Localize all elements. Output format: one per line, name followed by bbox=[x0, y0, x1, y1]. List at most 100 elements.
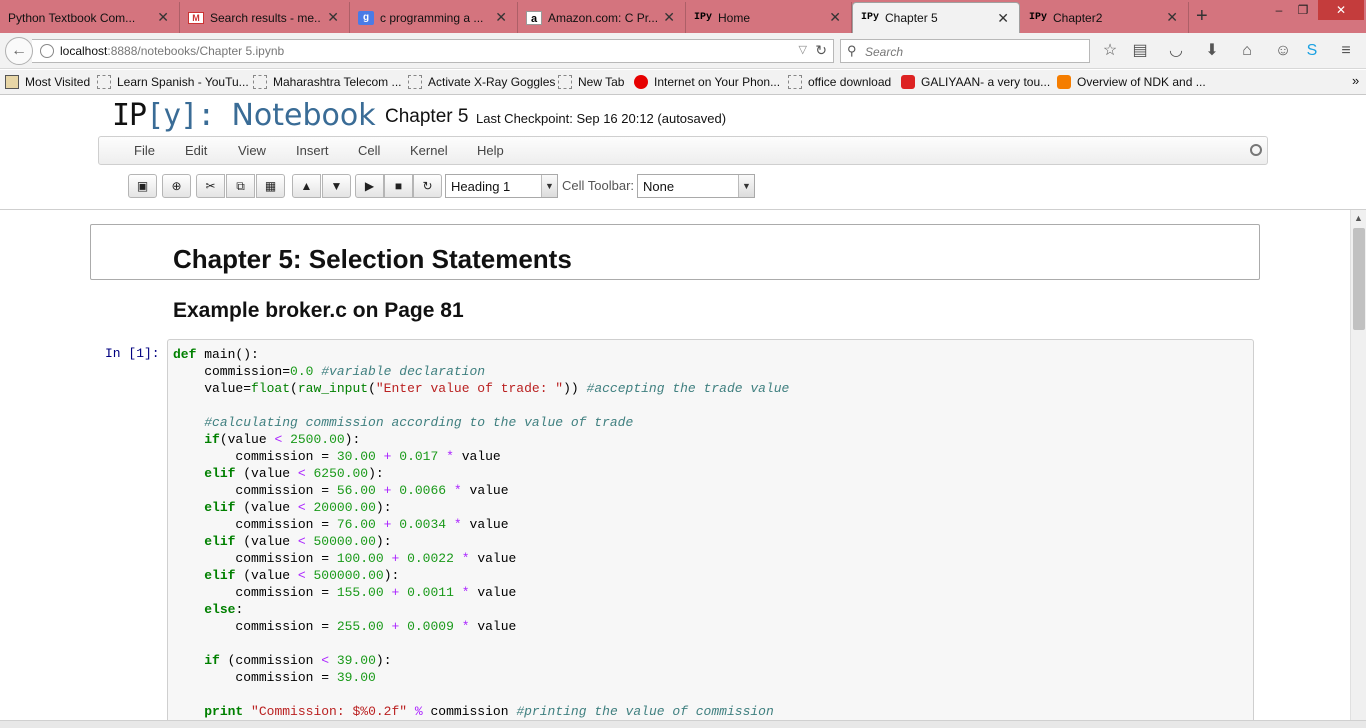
reading-list-icon[interactable]: ▤ bbox=[1130, 41, 1150, 61]
menu-view[interactable]: View bbox=[238, 143, 266, 158]
bookmark-internet-phone[interactable]: Internet on Your Phon... bbox=[634, 75, 780, 89]
paste-button[interactable]: ▦ bbox=[256, 174, 285, 198]
close-icon[interactable]: ✕ bbox=[829, 9, 841, 26]
menu-edit[interactable]: Edit bbox=[185, 143, 207, 158]
heading-2: Example broker.c on Page 81 bbox=[173, 299, 464, 322]
bookmark-galiyaan[interactable]: GALIYAAN- a very tou... bbox=[901, 75, 1050, 89]
interrupt-kernel-button[interactable]: ■ bbox=[384, 174, 413, 198]
bookmark-label: New Tab bbox=[578, 75, 625, 89]
chevron-down-icon: ▼ bbox=[738, 175, 754, 197]
bookmark-new-tab[interactable]: New Tab bbox=[558, 75, 624, 89]
google-icon: g bbox=[358, 10, 374, 25]
page-icon bbox=[408, 75, 422, 89]
bookmark-most-visited[interactable]: Most Visited bbox=[5, 75, 90, 89]
bookmark-office-download[interactable]: office download bbox=[788, 75, 891, 89]
pocket-icon[interactable]: ◡ bbox=[1166, 41, 1186, 61]
bookmark-xray-goggles[interactable]: Activate X-Ray Goggles bbox=[408, 75, 555, 89]
menu-cell[interactable]: Cell bbox=[358, 143, 380, 158]
vodafone-icon bbox=[634, 75, 648, 89]
bookmark-learn-spanish[interactable]: Learn Spanish - YouTu... bbox=[97, 75, 249, 89]
logo-ip: IP bbox=[112, 98, 147, 133]
cell-toolbar-select[interactable]: None ▼ bbox=[637, 174, 755, 198]
page-icon bbox=[97, 75, 111, 89]
back-arrow-icon: ← bbox=[11, 42, 27, 59]
notebook-toolbar: ▣ ⊕ ✂ ⧉ ▦ ▲ ▼ ▶ ■ ↻ Heading 1 ▼ Cell Too… bbox=[0, 172, 1366, 202]
window-close-icon[interactable]: ✕ bbox=[1318, 0, 1364, 20]
download-icon[interactable]: ⬇ bbox=[1202, 41, 1222, 61]
scrollbar-thumb[interactable] bbox=[1353, 228, 1365, 330]
new-tab-plus-icon[interactable]: + bbox=[1196, 5, 1208, 28]
cell-toolbar-value: None bbox=[643, 179, 675, 194]
url-text[interactable]: localhost:8888/notebooks/Chapter 5.ipynb bbox=[60, 44, 284, 58]
close-icon[interactable]: ✕ bbox=[997, 10, 1009, 27]
chevron-down-icon[interactable]: ▽ bbox=[799, 43, 807, 56]
notebook-header: IP[y]: Notebook Chapter 5 Last Checkpoin… bbox=[0, 96, 1366, 210]
run-cell-button[interactable]: ▶ bbox=[355, 174, 384, 198]
cell-type-select[interactable]: Heading 1 ▼ bbox=[445, 174, 558, 198]
floppy-disk-icon: ▣ bbox=[136, 179, 149, 193]
scroll-up-icon[interactable]: ▲ bbox=[1351, 210, 1366, 226]
close-icon[interactable]: ✕ bbox=[663, 9, 675, 26]
restore-icon[interactable]: ❐ bbox=[1292, 0, 1314, 20]
ipy-icon: IPy bbox=[1029, 11, 1048, 23]
url-bar[interactable]: localhost:8888/notebooks/Chapter 5.ipynb… bbox=[32, 39, 834, 63]
cell-type-value: Heading 1 bbox=[451, 179, 511, 194]
move-down-button[interactable]: ▼ bbox=[322, 174, 351, 198]
skype-icon[interactable]: S bbox=[1302, 41, 1322, 61]
bookmark-label: Activate X-Ray Goggles bbox=[428, 75, 556, 89]
close-icon[interactable]: ✕ bbox=[327, 9, 339, 26]
copy-button[interactable]: ⧉ bbox=[226, 174, 255, 198]
code-cell[interactable]: def main(): commission=0.0 #variable dec… bbox=[167, 339, 1254, 720]
menu-help[interactable]: Help bbox=[477, 143, 504, 158]
save-button[interactable]: ▣ bbox=[128, 174, 157, 198]
tab-google-c-programming[interactable]: g c programming a ... ✕ bbox=[350, 2, 518, 33]
bookmark-ndk-overview[interactable]: Overview of NDK and ... bbox=[1057, 75, 1206, 89]
chat-icon[interactable]: ☺ bbox=[1273, 41, 1293, 61]
tab-label: Python Textbook Com... bbox=[8, 10, 136, 25]
folder-icon bbox=[5, 75, 19, 89]
bookmarks-overflow-icon[interactable]: » bbox=[1352, 73, 1359, 88]
notebook-name[interactable]: Chapter 5 bbox=[385, 106, 468, 128]
bookmark-label: Overview of NDK and ... bbox=[1077, 75, 1206, 89]
bookmark-label: Learn Spanish - YouTu... bbox=[117, 75, 249, 89]
stop-icon: ■ bbox=[394, 179, 403, 193]
tab-python-textbook[interactable]: Python Textbook Com... ✕ bbox=[0, 2, 180, 33]
menu-insert[interactable]: Insert bbox=[296, 143, 329, 158]
bookmark-star-icon[interactable]: ☆ bbox=[1100, 41, 1120, 61]
hamburger-menu-icon[interactable]: ≡ bbox=[1336, 41, 1356, 61]
bookmarks-bar: Most Visited Learn Spanish - YouTu... Ma… bbox=[0, 70, 1366, 95]
code-editor[interactable]: def main(): commission=0.0 #variable dec… bbox=[173, 346, 789, 720]
horizontal-scrollbar[interactable] bbox=[0, 720, 1366, 728]
tab-gmail-search[interactable]: M Search results - me... ✕ bbox=[180, 2, 350, 33]
vertical-scrollbar[interactable]: ▲ bbox=[1350, 210, 1366, 720]
tab-amazon[interactable]: a Amazon.com: C Pr... ✕ bbox=[518, 2, 686, 33]
bookmark-label: Internet on Your Phon... bbox=[654, 75, 781, 89]
checkpoint-status: Last Checkpoint: Sep 16 20:12 (autosaved… bbox=[476, 111, 727, 126]
cut-button[interactable]: ✂ bbox=[196, 174, 225, 198]
move-up-button[interactable]: ▲ bbox=[292, 174, 321, 198]
search-bar[interactable]: ⚲ Search bbox=[840, 39, 1090, 63]
tab-chapter-5[interactable]: IPy Chapter 5 ✕ bbox=[852, 2, 1020, 33]
bookmark-maharashtra-telecom[interactable]: Maharashtra Telecom ... bbox=[253, 75, 402, 89]
home-icon[interactable]: ⌂ bbox=[1237, 41, 1257, 61]
restart-icon: ↻ bbox=[422, 179, 433, 193]
close-icon[interactable]: ✕ bbox=[1166, 9, 1178, 26]
close-icon[interactable]: ✕ bbox=[495, 9, 507, 26]
reload-icon[interactable]: ↻ bbox=[815, 42, 827, 59]
minimize-icon[interactable]: – bbox=[1268, 0, 1290, 20]
kernel-idle-indicator-icon bbox=[1250, 144, 1262, 156]
tab-ipython-home[interactable]: IPy Home ✕ bbox=[686, 2, 852, 33]
tab-chapter2[interactable]: IPy Chapter2 ✕ bbox=[1021, 2, 1189, 33]
ipython-logo[interactable]: IP[y]: Notebook bbox=[112, 98, 376, 133]
menu-kernel[interactable]: Kernel bbox=[410, 143, 448, 158]
page-icon bbox=[558, 75, 572, 89]
insert-cell-button[interactable]: ⊕ bbox=[162, 174, 191, 198]
restart-kernel-button[interactable]: ↻ bbox=[413, 174, 442, 198]
search-placeholder: Search bbox=[865, 45, 904, 59]
close-icon[interactable]: ✕ bbox=[157, 9, 169, 26]
notebook-body[interactable]: Chapter 5: Selection Statements Example … bbox=[0, 210, 1350, 720]
back-button[interactable]: ← bbox=[5, 37, 33, 65]
plus-circle-icon: ⊕ bbox=[171, 179, 182, 193]
tab-label: Amazon.com: C Pr... bbox=[548, 10, 658, 25]
menu-file[interactable]: File bbox=[134, 143, 155, 158]
